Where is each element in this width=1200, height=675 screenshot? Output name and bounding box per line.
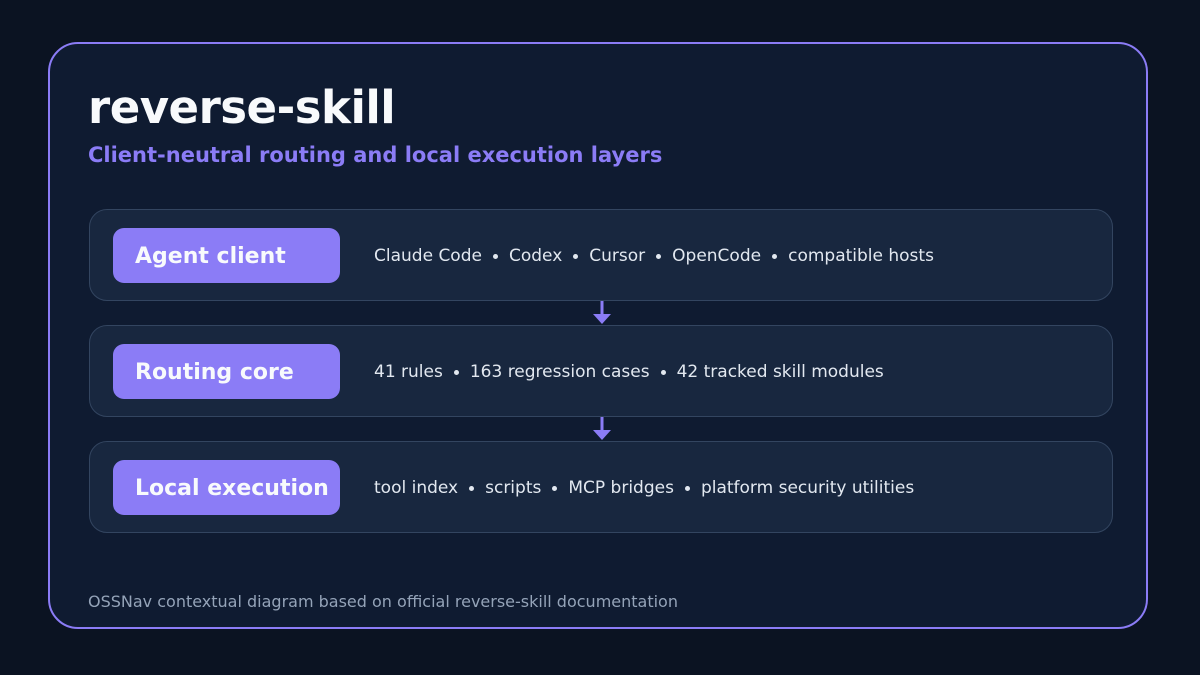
layer-item: 41 rules xyxy=(374,362,443,382)
layer-items: tool index scripts MCP bridges platform sec… xyxy=(374,442,914,534)
bullet-dot-icon xyxy=(660,369,666,375)
layer-item: Codex xyxy=(508,246,563,266)
bullet-dot-icon xyxy=(684,485,690,491)
layer-routing-core: Routing core 41 rules 163 regression case… xyxy=(89,325,1113,417)
bullet-separator xyxy=(458,485,485,491)
arrow-down-icon xyxy=(593,301,611,324)
diagram-card: reverse-skill Client-neutral routing and… xyxy=(48,42,1148,629)
layer-item: 163 regression cases xyxy=(469,362,650,382)
bullet-dot-icon xyxy=(656,253,662,259)
bullet-separator xyxy=(482,253,509,259)
bullet-dot-icon xyxy=(469,485,475,491)
layer-item: Cursor xyxy=(589,246,646,266)
bullet-dot-icon xyxy=(492,253,498,259)
layer-label: Local execution xyxy=(113,460,340,515)
diagram-title: reverse-skill xyxy=(88,81,396,134)
layer-item: OpenCode xyxy=(672,246,762,266)
layer-item: Claude Code xyxy=(374,246,482,266)
bullet-dot-icon xyxy=(772,253,778,259)
layer-item: tool index xyxy=(374,478,459,498)
bullet-dot-icon xyxy=(552,485,558,491)
diagram-footer: OSSNav contextual diagram based on offic… xyxy=(88,592,678,611)
layer-items: Claude Code Codex Cursor OpenCode compatible… xyxy=(374,210,934,302)
bullet-separator xyxy=(674,485,701,491)
bullet-dot-icon xyxy=(453,369,459,375)
bullet-separator xyxy=(650,369,677,375)
bullet-dot-icon xyxy=(573,253,579,259)
layer-label: Routing core xyxy=(113,344,340,399)
bullet-separator xyxy=(443,369,470,375)
layer-items: 41 rules 163 regression cases 42 tracked s… xyxy=(374,326,884,418)
layer-local-execution: Local execution tool index scripts MCP bri… xyxy=(89,441,1113,533)
layer-label: Agent client xyxy=(113,228,340,283)
layer-item: scripts xyxy=(485,478,542,498)
bullet-separator xyxy=(761,253,788,259)
layer-item: compatible hosts xyxy=(788,246,934,266)
layer-agent-client: Agent client Claude Code Codex Cursor OpenC… xyxy=(89,209,1113,301)
bullet-separator xyxy=(645,253,672,259)
bullet-separator xyxy=(541,485,568,491)
diagram-subtitle: Client-neutral routing and local executi… xyxy=(88,143,663,167)
arrow-down-icon xyxy=(593,417,611,440)
layer-item: platform security utilities xyxy=(700,478,915,498)
layer-item: MCP bridges xyxy=(568,478,674,498)
bullet-separator xyxy=(562,253,589,259)
layer-item: 42 tracked skill modules xyxy=(676,362,884,382)
